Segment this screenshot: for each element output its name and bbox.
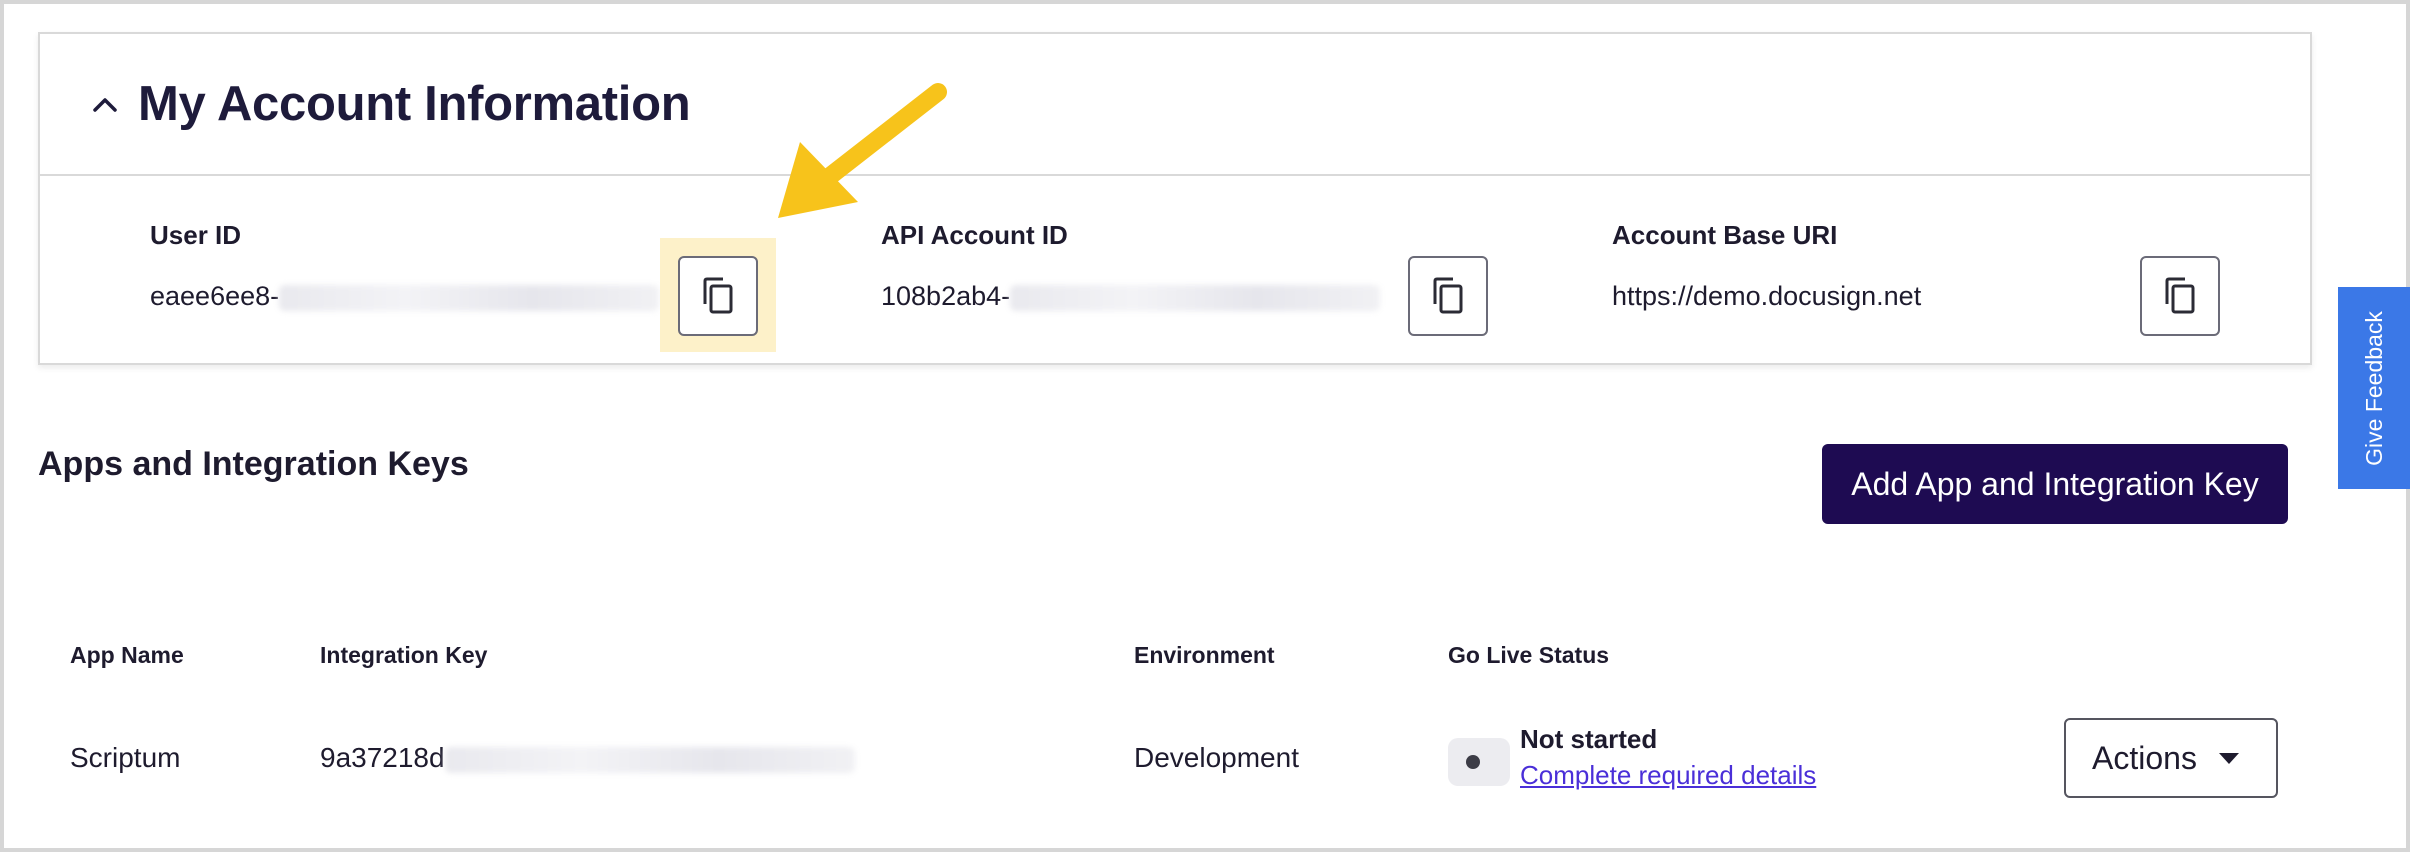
status-dot-icon (1466, 755, 1480, 769)
app-name-cell: Scriptum (70, 742, 181, 773)
redacted-blur (1010, 284, 1381, 311)
user-id-visible-text: eaee6ee8- (150, 281, 280, 311)
add-app-button[interactable]: Add App and Integration Key (1822, 444, 2288, 524)
integration-key-cell: 9a37218d (320, 742, 855, 774)
redacted-blur (444, 746, 855, 773)
copy-account-base-uri-button[interactable] (2140, 256, 2220, 336)
account-information-card: My Account Information User ID eaee6ee8-… (38, 32, 2312, 365)
copy-icon (1433, 277, 1463, 314)
column-header-environment: Environment (1134, 642, 1275, 668)
chevron-up-icon[interactable] (90, 89, 120, 119)
user-id-value: eaee6ee8- (150, 281, 660, 312)
status-text: Not started (1520, 724, 1658, 754)
user-id-label: User ID (150, 220, 242, 250)
apps-section-title: Apps and Integration Keys (38, 445, 469, 483)
caret-down-icon (2218, 752, 2239, 764)
callout-arrow-icon (778, 83, 947, 218)
card-header: My Account Information (40, 34, 2310, 176)
copy-user-id-button[interactable] (678, 256, 758, 336)
column-header-go-live-status: Go Live Status (1448, 642, 1610, 668)
complete-details-link[interactable]: Complete required details (1520, 760, 1816, 791)
card-title: My Account Information (138, 77, 691, 131)
account-base-uri-value: https://demo.docusign.net (1612, 281, 1922, 311)
api-account-id-visible-text: 108b2ab4- (881, 281, 1011, 311)
copy-icon (2165, 277, 2195, 314)
status-toggle (1448, 738, 1510, 786)
column-header-app-name: App Name (70, 642, 184, 668)
give-feedback-tab[interactable]: Give Feedback (2338, 287, 2410, 489)
column-header-integration-key: Integration Key (320, 642, 488, 668)
give-feedback-label: Give Feedback (2360, 310, 2387, 466)
redacted-blur (279, 284, 660, 311)
actions-dropdown-button[interactable]: Actions (2064, 718, 2278, 798)
api-account-id-value: 108b2ab4- (881, 281, 1381, 312)
integration-key-visible-text: 9a37218d (320, 742, 445, 773)
copy-api-account-id-button[interactable] (1408, 256, 1488, 336)
copy-icon (703, 277, 733, 314)
account-base-uri-label: Account Base URI (1612, 220, 1838, 250)
actions-label: Actions (2092, 739, 2197, 776)
environment-cell: Development (1134, 742, 1299, 773)
